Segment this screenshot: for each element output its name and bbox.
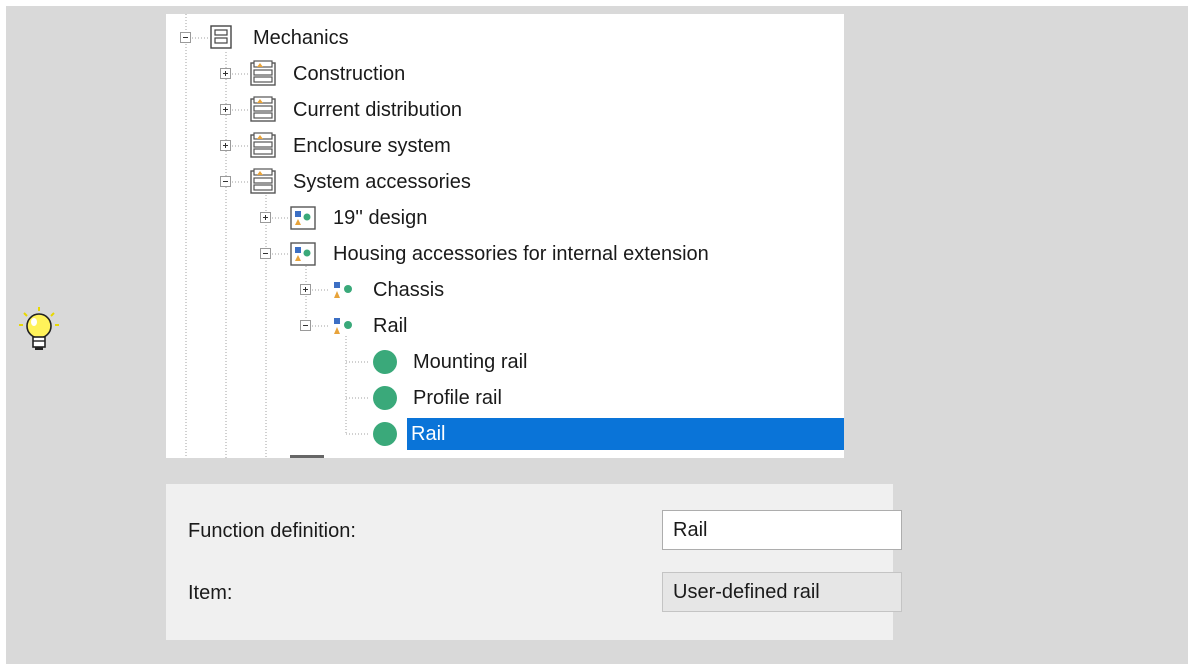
tree-item-rail-selected[interactable]: Rail: [408, 419, 449, 449]
function-group-icon: [334, 282, 352, 298]
expand-toggle[interactable]: [220, 68, 231, 79]
selection-highlight: [407, 418, 844, 450]
folder-group-icon: [250, 60, 276, 86]
lightbulb-icon: [19, 307, 59, 350]
expand-toggle[interactable]: [220, 104, 231, 115]
tree-item-19-design[interactable]: 19'' design: [330, 203, 430, 233]
tree-item-label: System accessories: [293, 171, 471, 193]
tree-item-mounting-rail[interactable]: Mounting rail: [410, 347, 531, 377]
expand-toggle[interactable]: [300, 284, 311, 295]
tree-item-label: 19'' design: [333, 207, 428, 229]
collapse-toggle[interactable]: [300, 320, 311, 331]
tree-item-chassis[interactable]: Chassis: [370, 275, 447, 305]
tree-item-profile-rail[interactable]: Profile rail: [410, 383, 505, 413]
tree-item-system-accessories[interactable]: System accessories: [290, 167, 474, 197]
tree-item-construction[interactable]: Construction: [290, 59, 408, 89]
function-category-icon: [290, 242, 316, 266]
folder-group-icon: [250, 168, 276, 194]
tree-item-label: Construction: [293, 63, 406, 85]
tree-item-mechanics[interactable]: Mechanics: [250, 23, 352, 53]
tree-item-label: Chassis: [373, 279, 445, 301]
tree-item-rail-group[interactable]: Rail: [370, 311, 410, 341]
tree-item-current-distribution[interactable]: Current distribution: [290, 95, 465, 125]
folder-group-icon: [250, 132, 276, 158]
tree-item-label: Rail: [408, 420, 449, 448]
tree-item-label: Current distribution: [293, 99, 462, 121]
tree-item-label: Profile rail: [413, 387, 502, 409]
folder-group-icon: [250, 96, 276, 122]
function-category-icon: [290, 206, 316, 230]
item-field[interactable]: User-defined rail: [662, 572, 902, 612]
expand-toggle[interactable]: [220, 140, 231, 151]
function-group-icon: [334, 318, 352, 334]
item-label: Item:: [188, 582, 233, 604]
tree-item-label: Mounting rail: [413, 351, 528, 373]
function-definition-field[interactable]: Rail: [662, 510, 902, 550]
tree-item-partial: [290, 455, 324, 458]
function-dot-icon: [373, 386, 397, 410]
structure-icon: [210, 25, 232, 49]
expand-toggle[interactable]: [260, 212, 271, 223]
tree-item-housing-accessories[interactable]: Housing accessories for internal extensi…: [330, 239, 712, 269]
function-definition-label: Function definition:: [188, 520, 356, 542]
collapse-toggle[interactable]: [220, 176, 231, 187]
tree-item-label: Enclosure system: [293, 135, 451, 157]
function-tree: Mechanics Construction Current distribut…: [166, 14, 844, 458]
collapse-toggle[interactable]: [260, 248, 271, 259]
tree-item-label: Housing accessories for internal extensi…: [333, 243, 709, 265]
function-dot-icon: [373, 422, 397, 446]
properties-panel: Function definition: Rail Item: User-def…: [166, 484, 902, 640]
function-dot-icon: [373, 350, 397, 374]
tree-item-label: Rail: [373, 315, 408, 337]
tree-item-label: Mechanics: [253, 27, 349, 49]
collapse-toggle[interactable]: [180, 32, 191, 43]
tree-item-enclosure-system[interactable]: Enclosure system: [290, 131, 454, 161]
